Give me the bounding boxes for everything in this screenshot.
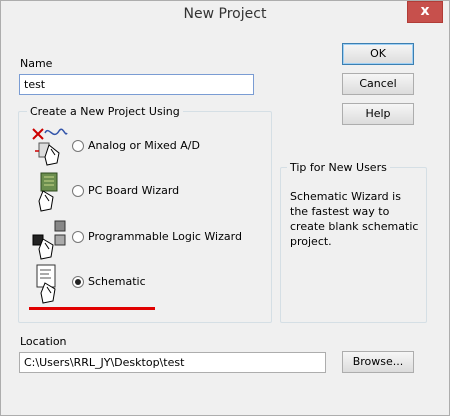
location-label: Location [20, 335, 67, 348]
radio-analog-mixed[interactable] [72, 140, 84, 152]
dialog-body: Name OK Cancel Help Create a New Project… [1, 31, 449, 415]
option-label-pc-board: PC Board Wizard [88, 184, 180, 197]
option-label-programmable-logic: Programmable Logic Wizard [88, 230, 242, 243]
red-underline-annotation [29, 307, 155, 310]
ok-button[interactable]: OK [342, 43, 414, 65]
title-bar[interactable]: New Project x [1, 1, 449, 31]
programmable-logic-icon [32, 220, 66, 260]
radio-pc-board[interactable] [72, 185, 84, 197]
radio-schematic[interactable] [72, 276, 84, 288]
window-title: New Project [183, 6, 267, 22]
option-label-analog: Analog or Mixed A/D [88, 139, 200, 152]
pcb-wizard-icon [38, 172, 58, 212]
help-button[interactable]: Help [342, 103, 414, 125]
tip-group-title: Tip for New Users [287, 161, 390, 174]
radio-programmable-logic[interactable] [72, 231, 84, 243]
name-input[interactable] [19, 74, 254, 95]
create-project-group-title: Create a New Project Using [27, 105, 183, 118]
schematic-icon [36, 264, 56, 304]
analog-wizard-icon [32, 128, 68, 166]
close-button[interactable]: x [407, 1, 443, 23]
name-label: Name [20, 57, 53, 70]
tip-text: Schematic Wizard is the fastest way to c… [290, 190, 419, 248]
browse-button[interactable]: Browse... [342, 351, 414, 373]
new-project-dialog: New Project x Name OK Cancel Help Create… [0, 0, 450, 416]
option-label-schematic: Schematic [88, 275, 146, 288]
cancel-button[interactable]: Cancel [342, 73, 414, 95]
location-input[interactable] [19, 352, 326, 373]
